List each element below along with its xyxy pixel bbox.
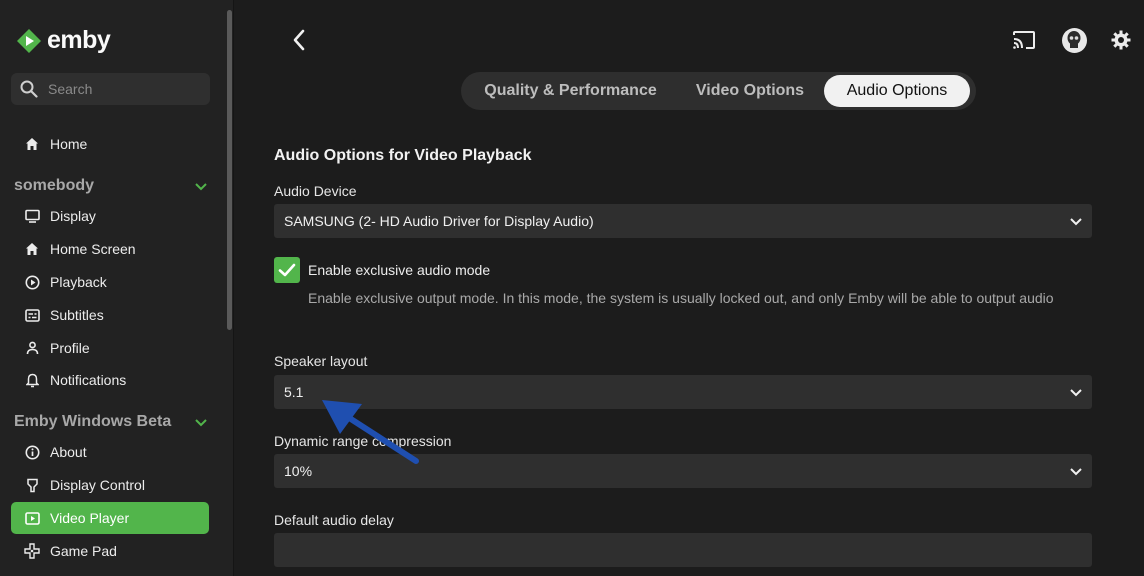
sidebar-item-game-pad[interactable]: Game Pad	[11, 535, 209, 567]
chevron-down-icon	[1070, 218, 1082, 226]
logo-text: emby	[47, 26, 111, 54]
sidebar-item-label: Game Pad	[50, 543, 117, 559]
audio-device-select[interactable]: SAMSUNG (2- HD Audio Driver for Display …	[274, 204, 1092, 238]
sidebar-item-label: Video Player	[50, 510, 130, 526]
sidebar-scrollbar[interactable]	[227, 10, 232, 330]
play-circle-icon	[24, 274, 40, 290]
video-player-icon	[24, 510, 40, 526]
sidebar-item-subtitles[interactable]: Subtitles	[11, 299, 209, 331]
sidebar-item-label: Profile	[50, 340, 90, 356]
section-header-emby-windows-beta[interactable]: Emby Windows Beta	[14, 410, 208, 434]
chevron-down-icon	[1070, 468, 1082, 476]
sidebar-item-label: About	[50, 444, 87, 460]
sidebar-item-profile[interactable]: Profile	[11, 332, 209, 364]
sidebar-item-about[interactable]: About	[11, 436, 209, 468]
audio-delay-input[interactable]	[274, 533, 1092, 567]
section-title: somebody	[14, 177, 95, 194]
settings-button[interactable]	[1107, 26, 1135, 54]
sidebar-item-display[interactable]: Display	[11, 200, 209, 232]
sidebar-item-notifications[interactable]: Notifications	[11, 364, 209, 396]
person-icon	[24, 340, 40, 356]
home-icon	[24, 241, 40, 257]
chevron-left-icon	[293, 29, 305, 51]
sidebar-item-video-player[interactable]: Video Player	[11, 502, 209, 534]
subtitles-icon	[24, 307, 40, 323]
tab-quality-performance[interactable]: Quality & Performance	[469, 75, 672, 107]
sidebar-item-label: Playback	[50, 274, 107, 290]
settings-tabs: Quality & Performance Video Options Audi…	[461, 72, 976, 110]
sidebar-item-label: Display Control	[50, 477, 145, 493]
sidebar-item-label: Notifications	[50, 372, 127, 388]
section-header-somebody[interactable]: somebody	[14, 174, 208, 198]
gear-icon	[1111, 30, 1131, 50]
sidebar-item-label: Home	[50, 136, 88, 152]
info-icon	[24, 444, 40, 460]
search-icon	[20, 80, 38, 98]
cast-button[interactable]	[1010, 26, 1038, 54]
emby-logo[interactable]: emby	[16, 26, 111, 55]
search-input[interactable]	[46, 80, 200, 98]
bell-icon	[24, 372, 40, 388]
tab-audio-options[interactable]: Audio Options	[824, 75, 970, 107]
cast-icon	[1013, 31, 1035, 49]
audio-device-label: Audio Device	[274, 183, 357, 199]
exclusive-mode-label[interactable]: Enable exclusive audio mode	[308, 262, 490, 278]
skull-avatar-icon	[1067, 31, 1081, 48]
exclusive-mode-description: Enable exclusive output mode. In this mo…	[308, 290, 1054, 306]
annotation-arrow-icon	[322, 400, 419, 464]
checkmark-icon	[278, 263, 296, 277]
drc-value: 10%	[284, 463, 313, 479]
speaker-layout-label: Speaker layout	[274, 353, 368, 369]
sidebar-item-label: Home Screen	[50, 241, 136, 257]
home-icon	[24, 136, 40, 152]
exclusive-mode-checkbox[interactable]	[274, 257, 300, 283]
sidebar-item-label: Subtitles	[50, 307, 104, 323]
tab-video-options[interactable]: Video Options	[681, 75, 819, 107]
display-control-icon	[24, 477, 40, 493]
page-title: Audio Options for Video Playback	[274, 147, 532, 164]
sidebar-item-home-screen[interactable]: Home Screen	[11, 233, 209, 265]
sidebar-item-display-control[interactable]: Display Control	[11, 469, 209, 501]
avatar	[1061, 27, 1087, 53]
audio-device-value: SAMSUNG (2- HD Audio Driver for Display …	[284, 213, 594, 229]
chevron-down-icon	[195, 183, 207, 191]
section-title: Emby Windows Beta	[14, 413, 172, 430]
search-box[interactable]	[11, 73, 210, 105]
sidebar: emby Home somebody Display Home Screen	[0, 0, 234, 576]
monitor-icon	[24, 208, 40, 224]
back-button[interactable]	[286, 26, 312, 54]
audio-delay-label: Default audio delay	[274, 512, 394, 528]
sidebar-item-label: Display	[50, 208, 96, 224]
user-avatar-button[interactable]	[1060, 26, 1088, 54]
gamepad-icon	[24, 543, 40, 559]
sidebar-item-home[interactable]: Home	[11, 128, 209, 160]
speaker-layout-value: 5.1	[284, 384, 304, 400]
sidebar-item-playback[interactable]: Playback	[11, 266, 209, 298]
chevron-down-icon	[195, 419, 207, 427]
emby-logo-icon	[17, 28, 41, 53]
chevron-down-icon	[1070, 389, 1082, 397]
